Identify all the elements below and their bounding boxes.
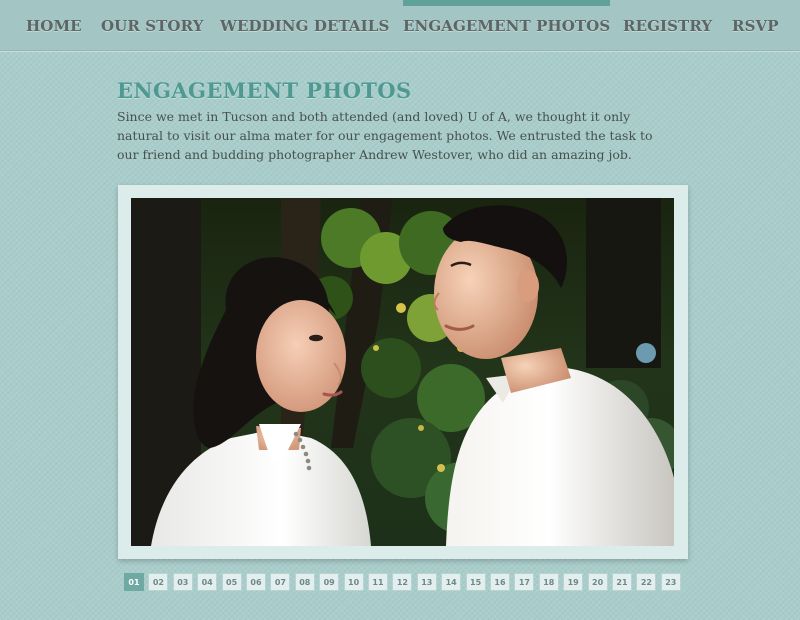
page-link-06[interactable]: 06 bbox=[246, 573, 266, 591]
page-link-19[interactable]: 19 bbox=[563, 573, 584, 591]
nav-wedding-details[interactable]: WEDDING DETAILS bbox=[220, 0, 389, 50]
page-link-13[interactable]: 13 bbox=[416, 573, 437, 591]
page-link-11[interactable]: 11 bbox=[368, 573, 388, 591]
page-link-08[interactable]: 08 bbox=[294, 573, 315, 591]
nav-home[interactable]: HOME bbox=[26, 0, 82, 50]
page-link-07[interactable]: 07 bbox=[270, 573, 291, 591]
page-link-20[interactable]: 20 bbox=[587, 573, 608, 591]
page-link-12[interactable]: 12 bbox=[392, 573, 413, 591]
page-link-09[interactable]: 09 bbox=[319, 573, 340, 591]
intro-paragraph: Since we met in Tucson and both attended… bbox=[117, 109, 653, 162]
page-link-17[interactable]: 17 bbox=[514, 573, 535, 591]
page-link-23[interactable]: 23 bbox=[660, 573, 681, 591]
page-link-18[interactable]: 18 bbox=[538, 573, 559, 591]
page-link-21[interactable]: 21 bbox=[612, 573, 632, 591]
nav-engagement-photos[interactable]: ENGAGEMENT PHOTOS bbox=[403, 0, 611, 50]
page-title: ENGAGEMENT PHOTOS bbox=[117, 78, 412, 103]
page-link-16[interactable]: 16 bbox=[490, 573, 510, 591]
page-link-03[interactable]: 03 bbox=[172, 573, 193, 591]
nav-registry[interactable]: REGISTRY bbox=[623, 0, 712, 50]
nav-our-story[interactable]: OUR STORY bbox=[101, 0, 204, 50]
page-link-22[interactable]: 22 bbox=[636, 573, 657, 591]
engagement-photo[interactable] bbox=[131, 198, 674, 546]
nav-rsvp[interactable]: RSVP bbox=[732, 0, 779, 50]
page-link-02[interactable]: 02 bbox=[148, 573, 169, 591]
photo-frame bbox=[118, 185, 688, 559]
page-link-10[interactable]: 10 bbox=[343, 573, 364, 591]
page-link-05[interactable]: 05 bbox=[221, 573, 242, 591]
page-link-01[interactable]: 01 bbox=[124, 573, 144, 591]
main-nav: HOME OUR STORY WEDDING DETAILS ENGAGEMEN… bbox=[0, 0, 800, 51]
page-link-15[interactable]: 15 bbox=[465, 573, 486, 591]
page-link-04[interactable]: 04 bbox=[197, 573, 218, 591]
page-link-14[interactable]: 14 bbox=[441, 573, 462, 591]
